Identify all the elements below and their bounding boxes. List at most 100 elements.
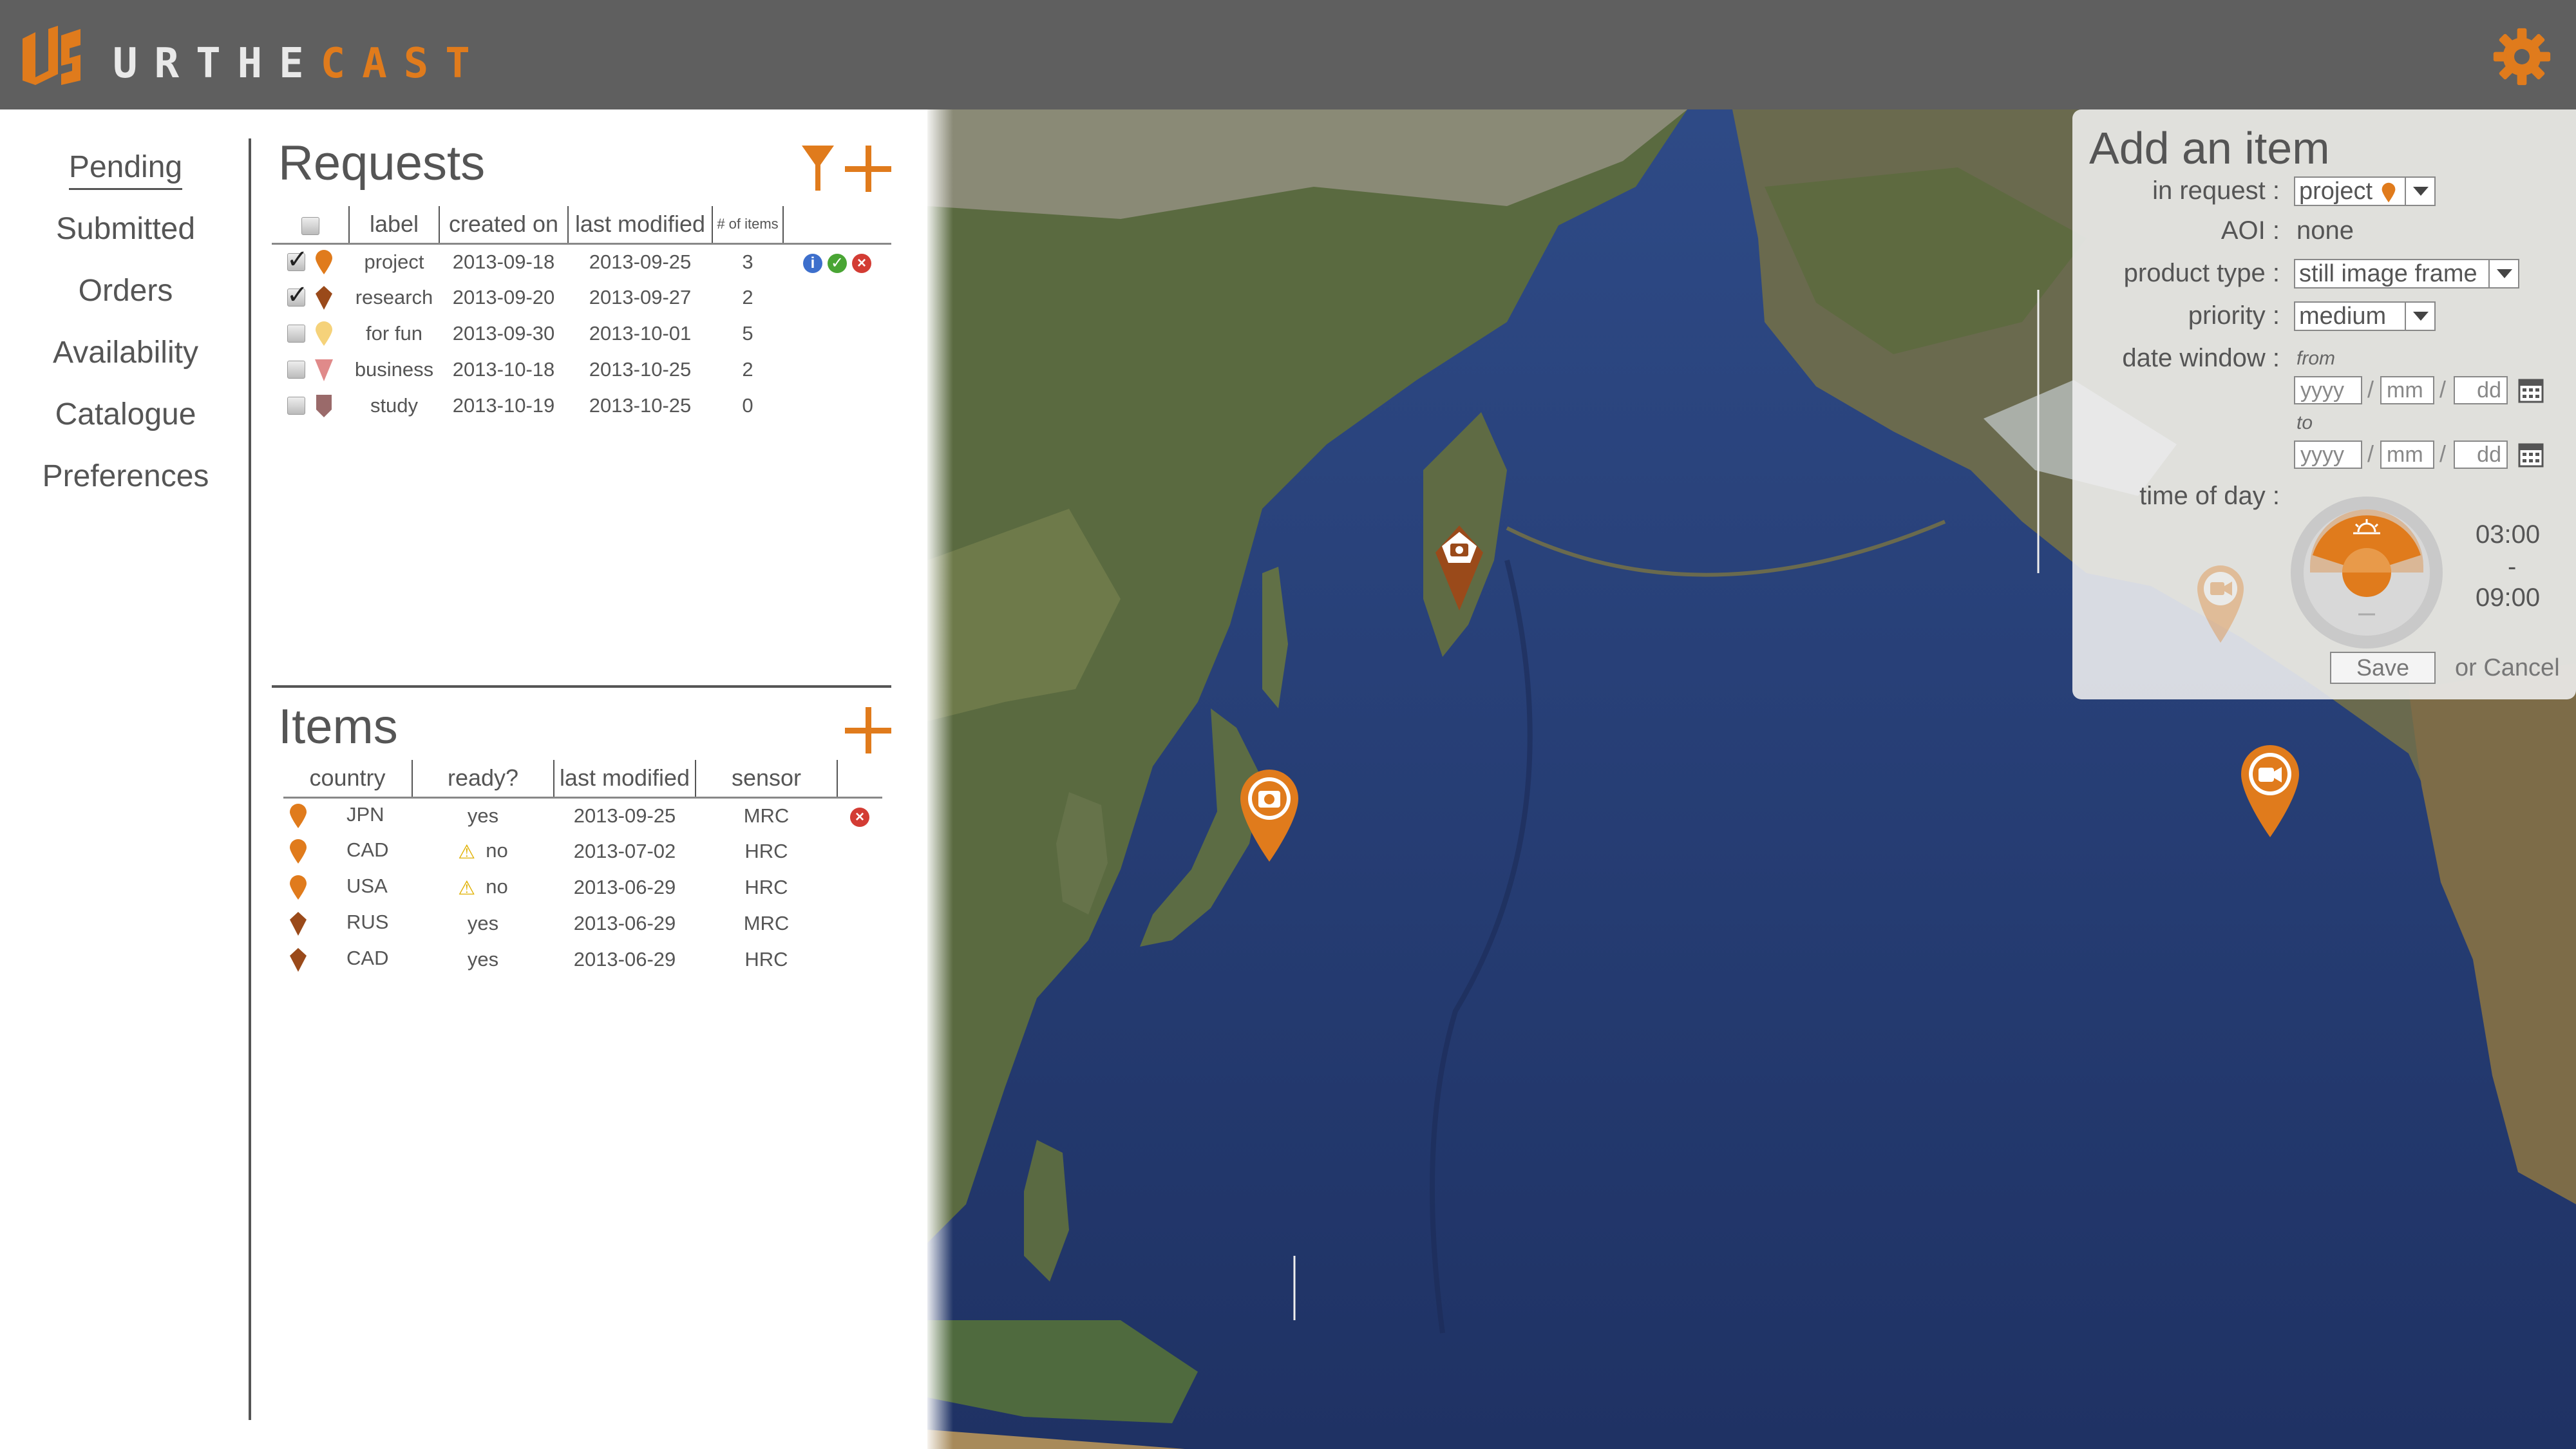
map-pin-camera-japan[interactable]	[1237, 766, 1302, 863]
gear-icon[interactable]	[2492, 27, 2552, 86]
select-all-checkbox[interactable]	[301, 216, 319, 235]
calendar-icon[interactable]	[2518, 442, 2544, 468]
item-ready: yes	[467, 804, 499, 827]
row-select	[272, 243, 349, 279]
calendar-icon[interactable]	[2518, 377, 2544, 403]
list-item[interactable]: RUS yes 2013-06-29 MRC	[283, 905, 882, 942]
nav-submitted[interactable]: Submitted	[0, 211, 251, 247]
from-day-input[interactable]: dd	[2454, 376, 2508, 404]
in-request-label: in request :	[2152, 176, 2280, 205]
time-of-day-label: time of day :	[2139, 482, 2280, 510]
map-pin-camera-russia[interactable]	[1430, 520, 1488, 611]
item-ready: yes	[467, 948, 499, 971]
item-pin-icon	[290, 875, 307, 900]
date-window-label: date window :	[2122, 344, 2280, 372]
row-checkbox[interactable]	[287, 280, 308, 310]
in-request-select[interactable]: project	[2294, 176, 2436, 206]
row-count: 2	[742, 286, 753, 308]
from-year-input[interactable]: yyyy	[2294, 376, 2362, 404]
brand-wordmark: URTHECAST	[113, 40, 487, 88]
nav-preferences[interactable]: Preferences	[0, 459, 251, 494]
row-checkbox[interactable]	[287, 325, 305, 343]
to-day-input[interactable]: dd	[2454, 440, 2508, 469]
aoi-value: none	[2297, 216, 2354, 245]
map-pin-video-usa[interactable]	[2238, 742, 2302, 838]
list-item[interactable]: USA ⚠ no 2013-06-29 HRC	[283, 869, 882, 905]
urthecast-logo[interactable]	[19, 26, 84, 87]
priority-select[interactable]: medium	[2294, 301, 2436, 331]
list-item[interactable]: CAD yes 2013-06-29 HRC	[283, 942, 882, 978]
items-divider	[272, 685, 891, 688]
table-row[interactable]: for fun 2013-09-30 2013-10-01 5	[272, 316, 891, 352]
item-pin-icon	[290, 803, 307, 828]
brand-part-1: URTHE	[113, 40, 321, 88]
nav-availability[interactable]: Availability	[0, 335, 251, 370]
chevron-down-icon[interactable]	[2488, 260, 2518, 287]
row-checkbox[interactable]	[287, 245, 308, 274]
row-count: 0	[742, 394, 753, 417]
chevron-down-icon[interactable]	[2405, 178, 2434, 205]
delete-icon[interactable]: ×	[852, 253, 871, 273]
time-to: 09:00	[2476, 583, 2541, 612]
col-ready[interactable]: ready?	[412, 760, 554, 799]
table-row[interactable]: project 2013-09-18 2013-09-25 3 i ✓×	[272, 243, 891, 279]
item-actions	[837, 905, 882, 942]
item-sensor: HRC	[744, 840, 788, 862]
request-pin-icon	[316, 321, 332, 346]
cancel-link[interactable]: or Cancel	[2455, 654, 2560, 682]
item-ready-cell: ⚠ no	[412, 833, 554, 869]
row-modified: 2013-09-25	[589, 250, 692, 273]
item-country: RUS	[346, 911, 389, 934]
filter-icon[interactable]	[802, 146, 834, 191]
nav-orders[interactable]: Orders	[0, 273, 251, 308]
add-request-button[interactable]	[845, 146, 891, 192]
table-row[interactable]: study 2013-10-19 2013-10-25 0	[272, 388, 891, 424]
list-item[interactable]: CAD ⚠ no 2013-07-02 HRC	[283, 833, 882, 869]
date-separator: /	[2439, 376, 2447, 402]
col-label[interactable]: label	[349, 206, 440, 245]
from-label: from	[2297, 348, 2335, 369]
chevron-down-icon[interactable]	[2405, 303, 2434, 330]
time-of-day-dial[interactable]	[2286, 492, 2447, 653]
col-modified[interactable]: last modified	[568, 206, 713, 245]
add-item-button[interactable]	[845, 707, 891, 753]
row-count: 3	[742, 250, 753, 273]
row-checkbox[interactable]	[287, 361, 305, 379]
delete-icon[interactable]: ×	[850, 807, 869, 827]
item-country: CAD	[346, 838, 389, 862]
item-modified: 2013-06-29	[573, 912, 676, 934]
add-item-panel: Add an item in request : project AOI : n…	[2072, 109, 2576, 699]
row-actions	[783, 388, 891, 424]
item-modified: 2013-06-29	[573, 948, 676, 971]
col-sensor[interactable]: sensor	[696, 760, 838, 799]
product-type-value: still image frame	[2299, 260, 2477, 287]
col-count[interactable]: # of items	[712, 206, 784, 245]
item-actions	[837, 869, 882, 905]
row-label: study	[370, 394, 419, 417]
row-count: 2	[742, 358, 753, 381]
col-item-modified[interactable]: last modified	[554, 760, 696, 799]
nav-pending[interactable]: Pending	[0, 149, 251, 190]
product-type-label: product type :	[2123, 259, 2280, 287]
row-modified: 2013-10-01	[589, 322, 692, 345]
info-icon[interactable]: i	[803, 253, 822, 273]
check-icon[interactable]: ✓	[828, 253, 847, 273]
row-checkbox[interactable]	[287, 397, 305, 415]
table-row[interactable]: research 2013-09-20 2013-09-27 2	[272, 279, 891, 316]
row-created: 2013-09-30	[452, 322, 555, 345]
product-type-select[interactable]: still image frame	[2294, 259, 2519, 289]
list-item[interactable]: JPN yes 2013-09-25 MRC ×	[283, 797, 882, 833]
col-country[interactable]: country	[283, 760, 413, 799]
item-modified: 2013-07-02	[573, 840, 676, 862]
save-button[interactable]: Save	[2330, 652, 2436, 684]
table-row[interactable]: business 2013-10-18 2013-10-25 2	[272, 352, 891, 388]
from-month-input[interactable]: mm	[2380, 376, 2434, 404]
faded-map-pin	[2197, 565, 2244, 643]
nav-pending-label: Pending	[68, 150, 183, 190]
to-year-input[interactable]: yyyy	[2294, 440, 2362, 469]
row-count: 5	[742, 322, 753, 345]
row-actions: i ✓ ×	[783, 243, 891, 279]
to-month-input[interactable]: mm	[2380, 440, 2434, 469]
col-created[interactable]: created on	[439, 206, 569, 245]
nav-catalogue[interactable]: Catalogue	[0, 397, 251, 432]
